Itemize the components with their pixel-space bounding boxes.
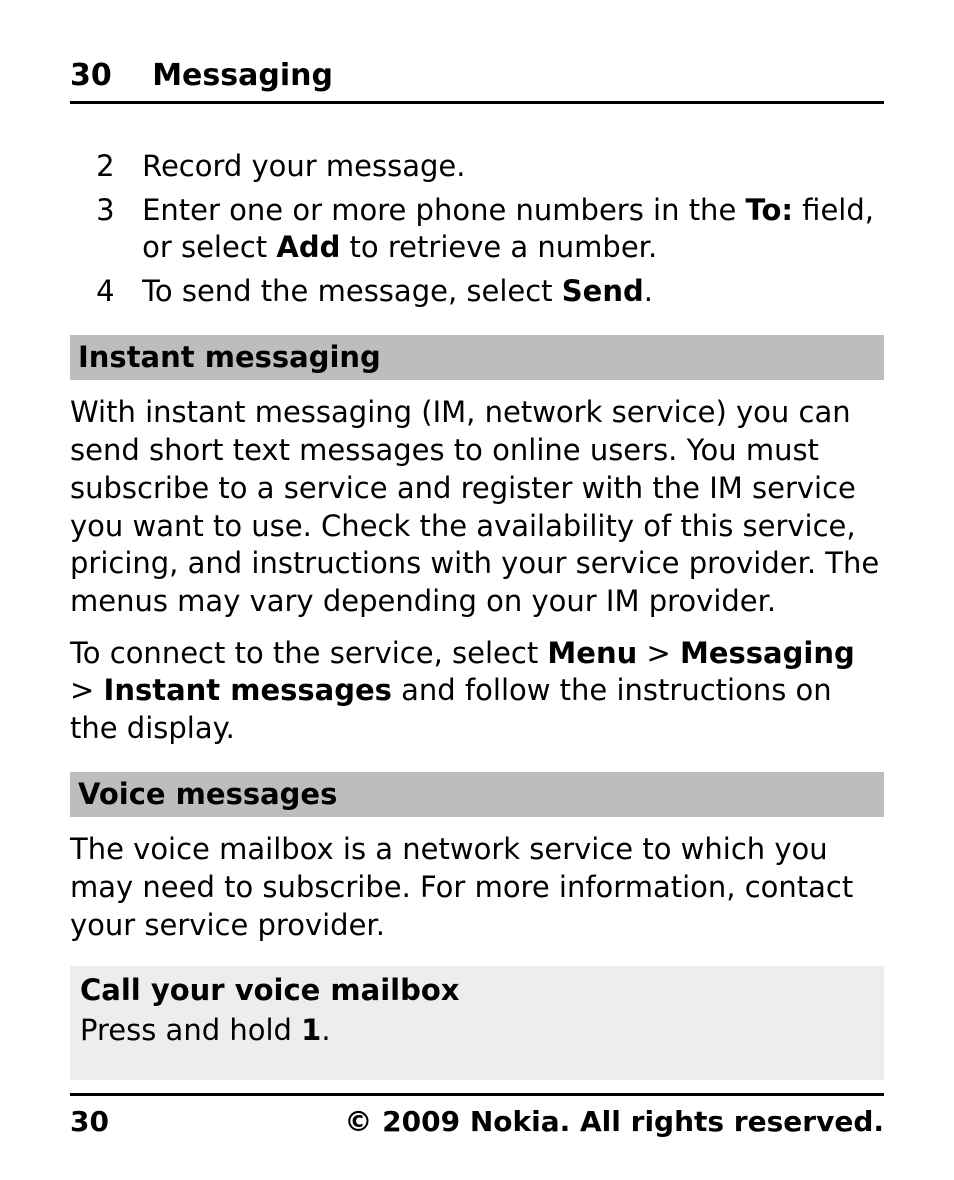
text: To connect to the service, select — [70, 636, 547, 670]
bold-messaging: Messaging — [680, 636, 855, 670]
step-text: To send the message, select Send. — [142, 273, 884, 311]
running-header: 30 Messaging — [70, 56, 884, 104]
section-heading-instant-messaging: Instant messaging — [70, 335, 884, 381]
text: > — [637, 636, 680, 670]
step-number: 4 — [96, 273, 142, 311]
text: . — [321, 1013, 330, 1047]
text: . — [644, 274, 653, 308]
step-3: 3 Enter one or more phone numbers in the… — [96, 192, 884, 267]
step-number: 2 — [96, 148, 142, 186]
paragraph: The voice mailbox is a network service t… — [70, 831, 884, 944]
step-4: 4 To send the message, select Send. — [96, 273, 884, 311]
sub-heading: Call your voice mailbox — [80, 972, 874, 1012]
text: > — [70, 673, 104, 707]
paragraph: With instant messaging (IM, network serv… — [70, 394, 884, 620]
step-text: Enter one or more phone numbers in the T… — [142, 192, 884, 267]
call-voice-mailbox-box: Call your voice mailbox Press and hold 1… — [70, 966, 884, 1079]
bold-to: To: — [746, 193, 793, 227]
bold-menu: Menu — [547, 636, 637, 670]
text: to retrieve a number. — [340, 230, 657, 264]
paragraph: To connect to the service, select Menu >… — [70, 635, 884, 748]
text: Enter one or more phone numbers in the — [142, 193, 745, 227]
header-page-number: 30 — [70, 58, 112, 93]
header-section-title: Messaging — [152, 58, 333, 93]
page-footer: 30 © 2009 Nokia. All rights reserved. — [70, 1093, 884, 1140]
bold-send: Send — [562, 274, 644, 308]
footer-page-number: 30 — [70, 1104, 109, 1140]
instruction: Press and hold 1. — [80, 1012, 874, 1050]
step-text: Record your message. — [142, 148, 884, 186]
bold-instant-messages: Instant messages — [104, 673, 392, 707]
footer-copyright: © 2009 Nokia. All rights reserved. — [344, 1104, 884, 1140]
text: To send the message, select — [142, 274, 562, 308]
text: Press and hold — [80, 1013, 301, 1047]
step-number: 3 — [96, 192, 142, 267]
bold-add: Add — [276, 230, 340, 264]
steps-list: 2 Record your message. 3 Enter one or mo… — [70, 148, 884, 311]
step-2: 2 Record your message. — [96, 148, 884, 186]
bold-key-1: 1 — [301, 1013, 321, 1047]
page-content: 2 Record your message. 3 Enter one or mo… — [70, 148, 884, 1093]
section-heading-voice-messages: Voice messages — [70, 772, 884, 818]
